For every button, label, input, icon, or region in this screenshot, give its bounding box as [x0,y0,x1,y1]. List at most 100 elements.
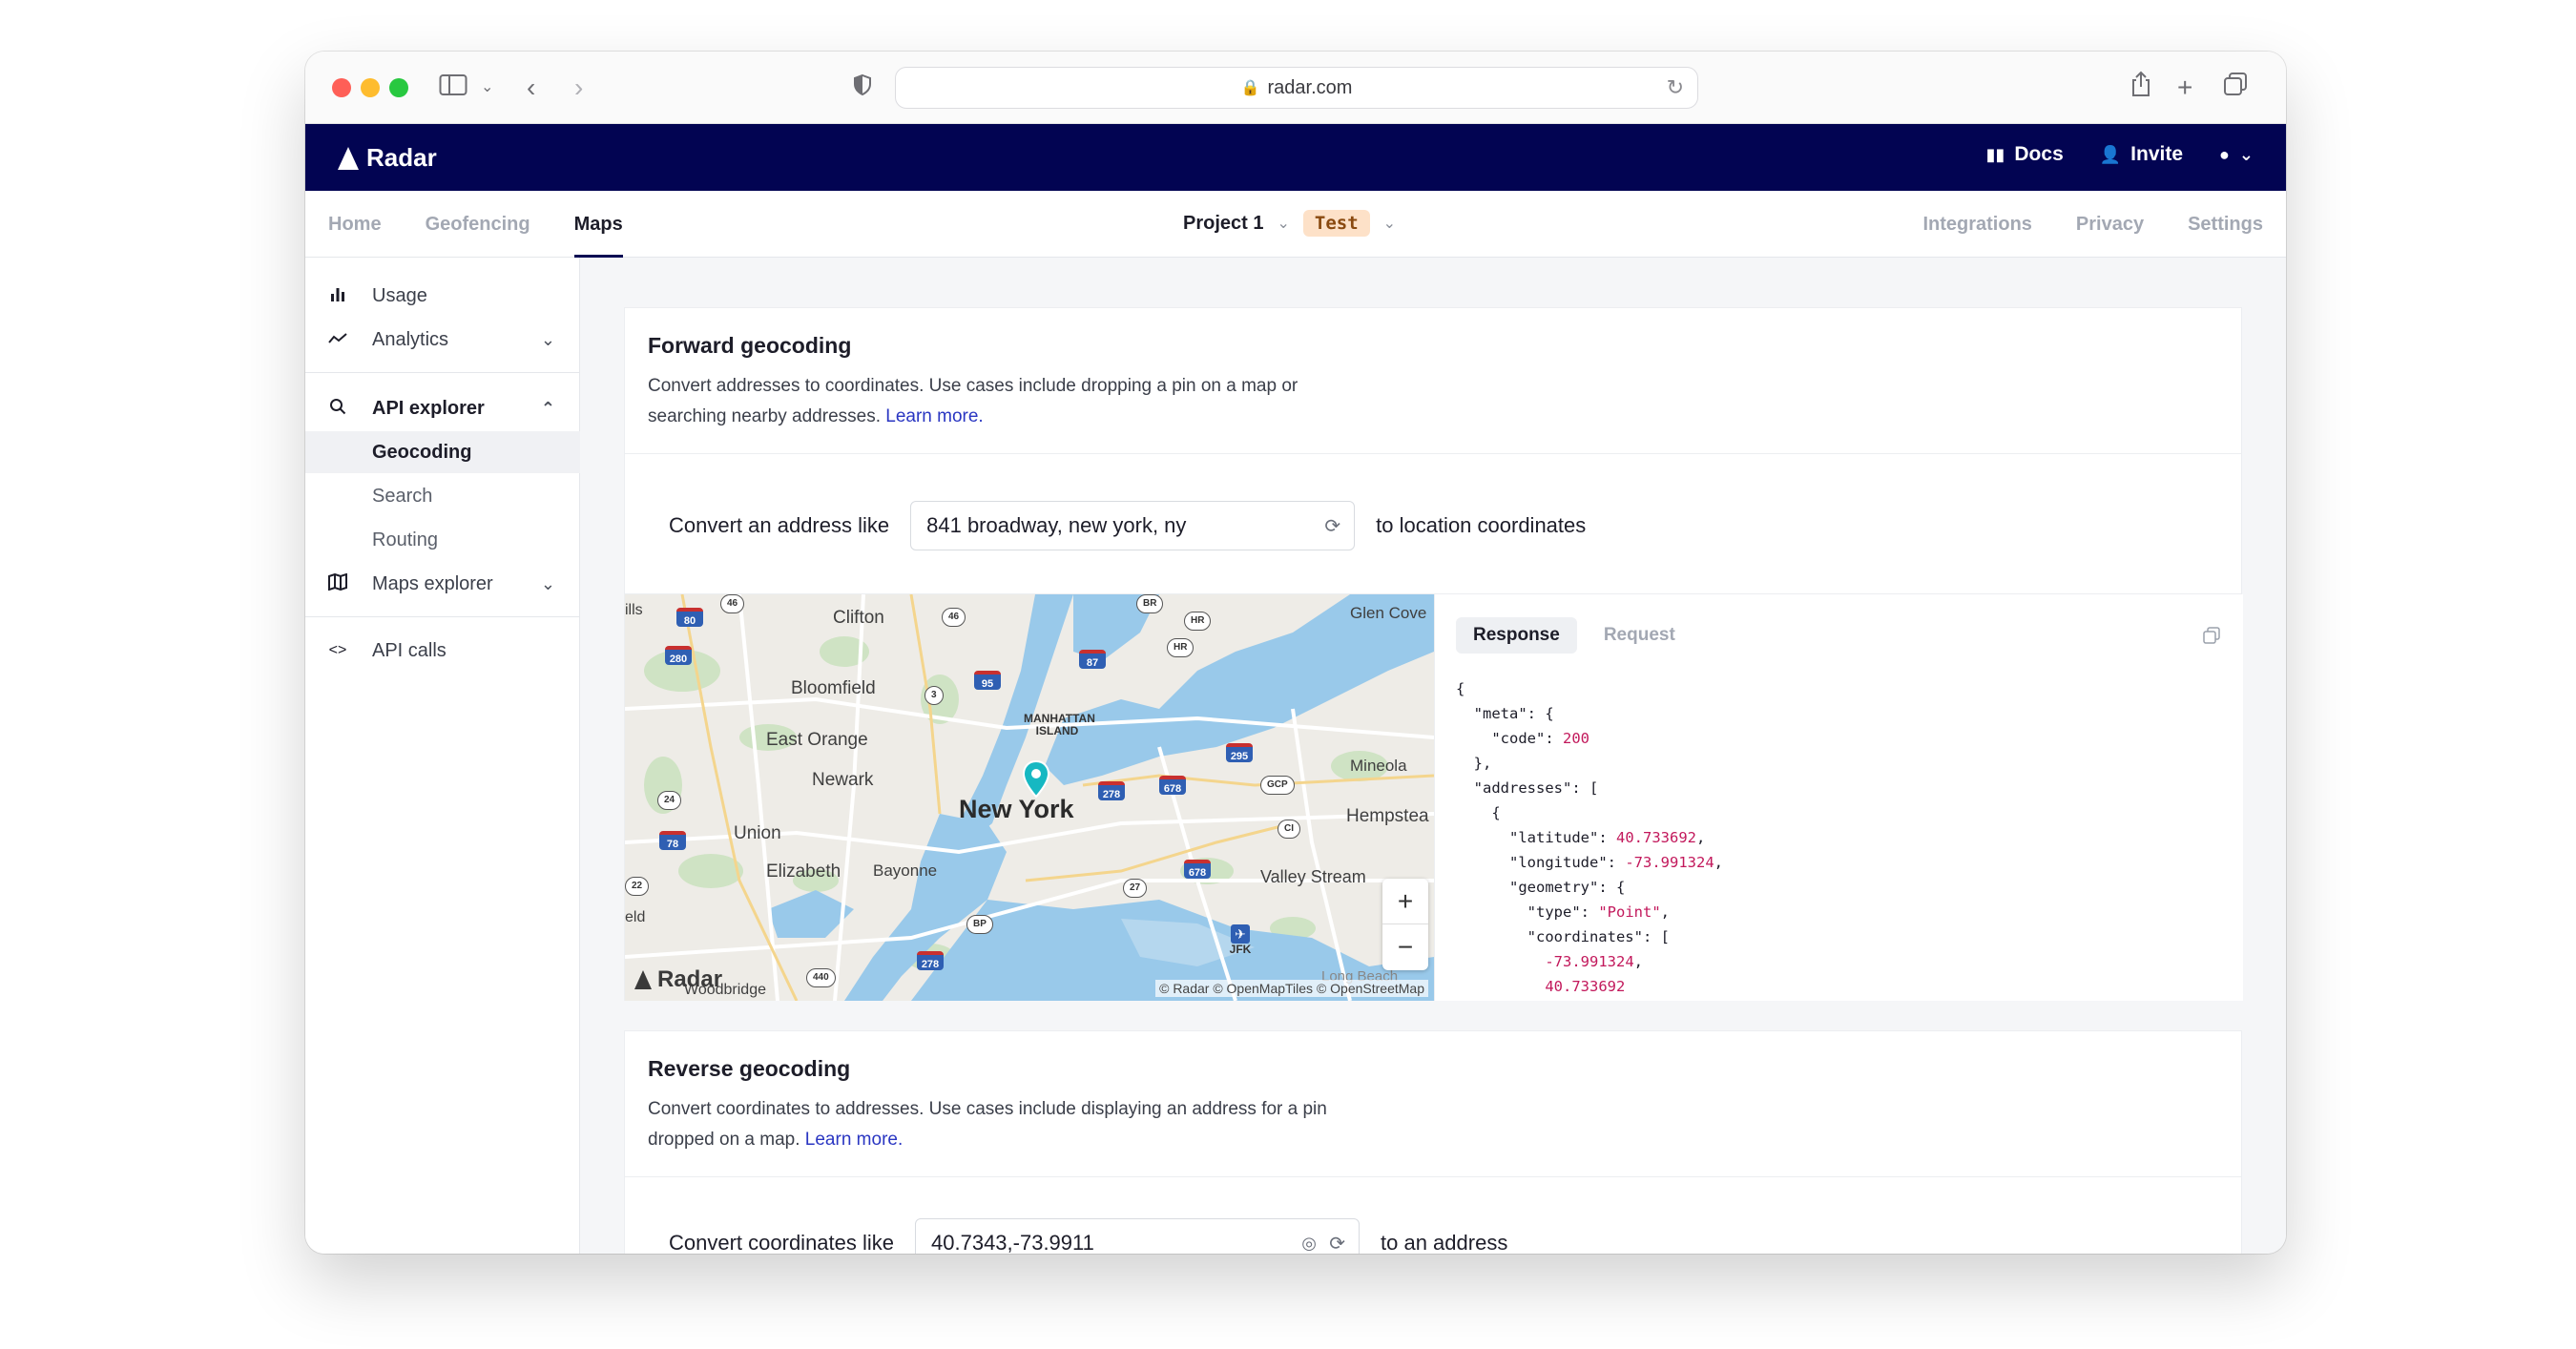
forward-geocoding-description: Convert addresses to coordinates. Use ca… [648,371,1335,432]
map-label-glen-cove: Glen Cove [1350,604,1427,622]
invite-link[interactable]: 👤 Invite [2100,143,2183,166]
brand-name: Radar [366,143,437,172]
interstate-shield: 678 [1159,776,1186,795]
map-label-eld: eld [625,909,646,925]
tab-geofencing[interactable]: Geofencing [426,191,530,258]
reload-icon[interactable]: ↻ [1667,75,1684,100]
map-label-newark: Newark [812,770,874,790]
app-header: Radar ▮▮ Docs 👤 Invite ● ⌄ [305,124,2286,191]
map-label-clifton: Clifton [833,608,884,628]
interstate-shield: 278 [917,951,944,970]
interstate-shield: 295 [1226,743,1253,762]
learn-more-link[interactable]: Learn more. [805,1130,903,1150]
route-marker: CI [1278,820,1300,839]
zoom-in-button[interactable]: + [1382,879,1428,924]
refresh-icon[interactable]: ⟳ [1329,1232,1345,1255]
map-logo-text: Radar [657,966,723,992]
radar-logo[interactable]: Radar [338,143,437,173]
refresh-icon[interactable]: ⟳ [1324,514,1340,538]
minimize-window-button[interactable] [361,78,380,97]
route-marker: 22 [625,877,650,896]
docs-link[interactable]: ▮▮ Docs [1986,143,2064,166]
share-icon[interactable] [2129,71,2152,106]
map-label-bloomfield: Bloomfield [791,678,876,698]
url-bar[interactable]: 🔒 radar.com ↻ [895,67,1698,109]
chevron-down-icon: ⌄ [2238,144,2254,164]
json-value: -73.991324 [1545,953,1634,970]
route-marker: 46 [720,594,745,613]
tab-request[interactable]: Request [1587,617,1693,654]
map-label-union: Union [734,823,781,843]
address-input[interactable]: 841 broadway, new york, ny ⟳ [910,501,1356,550]
header-links: ▮▮ Docs 👤 Invite ● ⌄ [1986,143,2254,166]
json-key: "geometry" [1509,879,1599,896]
airport-jfk: ✈ JFK [1226,924,1255,956]
lock-icon: 🔒 [1240,80,1260,96]
json-key: "code" [1491,730,1546,747]
account-menu[interactable]: ● ⌄ [2219,143,2254,166]
chevron-down-icon[interactable]: ⌄ [481,71,493,105]
tab-home[interactable]: Home [328,191,382,258]
json-key: "longitude" [1509,854,1608,871]
zoom-controls: + − [1382,879,1428,970]
interstate-shield: 80 [676,608,703,627]
project-selector: Project 1 ⌄ Test ⌄ [1183,210,1396,237]
route-marker: HR [1184,612,1212,631]
user-circle-icon: ● [2219,144,2230,164]
back-icon[interactable]: ‹ [527,71,535,105]
environment-badge[interactable]: Test [1302,210,1370,237]
map-attribution[interactable]: © Radar © OpenMapTiles © OpenStreetMap [1155,980,1428,997]
sidebar-item-label: Geocoding [372,441,472,463]
sidebar-item-usage[interactable]: Usage [305,275,580,317]
interstate-shield: 678 [1184,860,1211,879]
map-label-elizabeth: Elizabeth [766,861,841,882]
chevron-down-icon[interactable]: ⌄ [1383,214,1396,233]
tab-maps[interactable]: Maps [573,191,623,258]
sidebar-divider [305,616,580,617]
route-marker: GCP [1260,776,1295,795]
chevron-up-icon[interactable]: ⌃ [541,399,555,419]
shield-privacy-icon[interactable] [853,71,872,105]
map-label-new-york: New York [959,795,1074,823]
project-dropdown[interactable]: Project 1 [1183,213,1263,235]
sidebar-item-api-calls[interactable]: <> API calls [305,630,580,672]
book-icon: ▮▮ [1985,144,2005,164]
sidebar-item-search[interactable]: Search [305,475,580,517]
chevron-down-icon[interactable]: ⌄ [1277,214,1289,233]
jfk-label: JFK [1229,943,1252,956]
sidebar-item-geocoding[interactable]: Geocoding [305,431,580,473]
tab-privacy[interactable]: Privacy [2076,191,2144,258]
chevron-down-icon[interactable]: ⌄ [541,330,555,350]
coordinates-input[interactable]: 40.7343,-73.9911 ◎ ⟳ [915,1218,1361,1255]
bar-chart-icon [326,285,349,307]
tab-response[interactable]: Response [1456,617,1577,654]
new-tab-icon[interactable]: + [2177,71,2192,105]
chevron-down-icon[interactable]: ⌄ [541,574,555,594]
tab-integrations[interactable]: Integrations [1922,191,2031,258]
sidebar-item-analytics[interactable]: Analytics ⌄ [305,319,580,361]
sidebar-item-api-explorer[interactable]: API explorer ⌃ [305,387,580,429]
airport-icon: ✈ [1231,924,1250,944]
maximize-window-button[interactable] [389,78,408,97]
crosshair-icon[interactable]: ◎ [1301,1234,1317,1254]
copy-icon[interactable] [2203,627,2220,649]
route-marker: 46 [942,608,966,627]
sidebar-item-maps-explorer[interactable]: Maps explorer ⌄ [305,563,580,605]
forward-icon[interactable]: › [574,71,583,105]
interstate-shield: 278 [1098,781,1125,800]
primary-tabs: Home Geofencing Maps [328,191,623,258]
sidebar-toggle-icon[interactable] [439,71,467,105]
map-radar-logo: Radar [634,966,722,993]
secondary-tabs: Integrations Privacy Settings [1922,191,2263,258]
tab-overview-icon[interactable] [2223,71,2248,105]
response-json: { "meta": { "code": 200 }, "addresses": … [1456,680,1723,995]
tab-settings[interactable]: Settings [2188,191,2263,258]
map-view[interactable]: Clifton Bloomfield East Orange Newark Un… [625,594,1434,1001]
route-marker: 3 [924,686,944,705]
json-key: "meta" [1473,705,1527,722]
learn-more-link[interactable]: Learn more. [885,406,983,426]
code-icon: <> [328,642,347,658]
zoom-out-button[interactable]: − [1382,924,1428,970]
sidebar-item-routing[interactable]: Routing [305,519,580,561]
close-window-button[interactable] [332,78,351,97]
